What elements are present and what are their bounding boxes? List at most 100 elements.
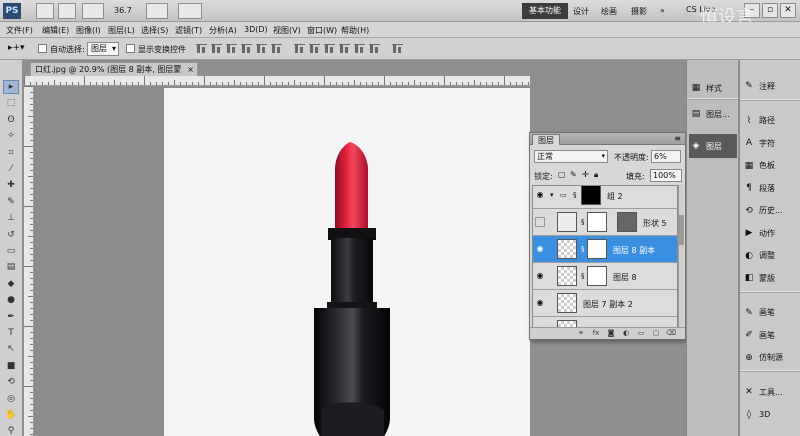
show-transform-checkbox[interactable] — [126, 44, 135, 53]
layer-name[interactable]: 图层 7 副本 2 — [583, 299, 633, 310]
layer-name[interactable]: 图层 8 — [613, 272, 637, 283]
dock-layers[interactable]: ▤ 图层... — [689, 102, 737, 126]
shape-tool-icon[interactable]: ■ — [3, 359, 19, 373]
clone-stamp-icon[interactable]: ⊥ — [3, 211, 19, 225]
zoom-level[interactable]: 36.7 — [114, 6, 132, 15]
menu-image[interactable]: 图像(I) — [76, 25, 101, 36]
expand-group-icon[interactable]: ▾ — [550, 191, 554, 199]
fill-field[interactable]: 100% — [650, 169, 682, 182]
canvas-area[interactable] — [34, 86, 530, 436]
workspace-essentials[interactable]: 基本功能 — [522, 3, 568, 19]
dock-layers-active[interactable]: ◈ 图层 — [689, 134, 737, 158]
document-tab[interactable]: 口红.jpg @ 20.9% (图层 8 副本, 图层蒙版/8) * × — [30, 62, 198, 87]
brush-tool-icon[interactable]: ✎ — [3, 195, 19, 209]
menu-filter[interactable]: 滤镜(T) — [175, 25, 202, 36]
layer-thumbnail[interactable] — [557, 266, 577, 286]
dock-separator[interactable] — [740, 98, 800, 101]
bridge-button[interactable] — [36, 3, 54, 19]
layer-row[interactable]: § 形状 5 — [533, 209, 677, 236]
history-brush-icon[interactable]: ↺ — [3, 228, 19, 242]
menu-window[interactable]: 窗口(W) — [307, 25, 337, 36]
move-tool-icon[interactable]: ▸ — [3, 80, 19, 94]
dock-3d-panel[interactable]: ◊ 3D — [742, 403, 799, 427]
hand-tool-icon[interactable]: ✋ — [3, 408, 19, 422]
eraser-tool-icon[interactable]: ▭ — [3, 244, 19, 258]
blur-tool-icon[interactable]: ◆ — [3, 277, 19, 291]
dock-character[interactable]: A 字符 — [742, 131, 799, 155]
menu-3d[interactable]: 3D(D) — [244, 25, 268, 34]
blend-mode-dropdown[interactable]: 正常 ▾ — [534, 150, 608, 163]
menu-edit[interactable]: 编辑(E) — [42, 25, 69, 36]
align-left-icon[interactable] — [241, 44, 253, 54]
layer-row[interactable]: ◉ § 图层 8 — [533, 263, 677, 290]
dock-actions[interactable]: ▶ 动作 — [742, 221, 799, 245]
shape-mask-thumbnail[interactable] — [617, 212, 637, 232]
minimize-button[interactable]: – — [744, 3, 760, 18]
quick-select-tool-icon[interactable]: ✧ — [3, 129, 19, 143]
panel-menu-icon[interactable]: ≡ — [674, 134, 681, 143]
lasso-tool-icon[interactable]: ʘ — [3, 113, 19, 127]
auto-align-icon[interactable] — [392, 44, 404, 54]
3d-orbit-icon[interactable]: ◎ — [3, 392, 19, 406]
type-tool-icon[interactable]: T — [3, 326, 19, 340]
distribute-right-icon[interactable] — [369, 44, 381, 54]
visibility-toggle[interactable] — [535, 217, 545, 227]
menu-file[interactable]: 文件(F) — [6, 25, 33, 36]
dock-history[interactable]: ⟲ 历史... — [742, 199, 799, 223]
align-vcenter-icon[interactable] — [211, 44, 223, 54]
distribute-hcenter-icon[interactable] — [354, 44, 366, 54]
workspace-painting[interactable]: 绘画 — [601, 6, 617, 17]
vector-mask-thumbnail[interactable] — [587, 212, 607, 232]
dock-masks[interactable]: ◧ 蒙版 — [742, 266, 799, 290]
dock-separator[interactable] — [687, 98, 738, 100]
new-layer-icon[interactable]: ▢ — [651, 329, 661, 338]
healing-brush-icon[interactable]: ✚ — [3, 178, 19, 192]
lock-position-icon[interactable]: ✛ — [582, 170, 589, 179]
eyedropper-tool-icon[interactable]: ⁄ — [3, 162, 19, 176]
3d-rotate-icon[interactable]: ⟲ — [3, 375, 19, 389]
hand-view-button[interactable] — [146, 3, 168, 19]
dock-notes[interactable]: ✎ 注释 — [742, 74, 799, 98]
menu-select[interactable]: 选择(S) — [141, 25, 168, 36]
auto-select-checkbox[interactable] — [38, 44, 47, 53]
opacity-field[interactable]: 6% — [651, 150, 681, 163]
arrange-documents-button[interactable] — [178, 3, 202, 19]
distribute-left-icon[interactable] — [339, 44, 351, 54]
menu-analysis[interactable]: 分析(A) — [209, 25, 237, 36]
mini-bridge-button[interactable] — [58, 3, 76, 19]
menu-view[interactable]: 视图(V) — [273, 25, 301, 36]
distribute-bottom-icon[interactable] — [324, 44, 336, 54]
document-canvas[interactable] — [164, 88, 530, 436]
layer-row[interactable]: ◉ § 图层 8 副本 — [533, 236, 677, 263]
move-tool-preset-icon[interactable]: ▸+▾ — [8, 43, 25, 53]
chain-link-icon[interactable]: § — [573, 191, 577, 199]
dock-paragraph[interactable]: ¶ 段落 — [742, 176, 799, 200]
layer-thumbnail[interactable] — [557, 212, 577, 232]
group-mask-thumbnail[interactable] — [581, 186, 601, 205]
dock-paths[interactable]: ⌇ 路径 — [742, 109, 799, 133]
visibility-eye-icon[interactable]: ◉ — [535, 271, 545, 281]
chain-link-icon[interactable]: § — [581, 218, 585, 226]
distribute-top-icon[interactable] — [294, 44, 306, 54]
align-right-icon[interactable] — [271, 44, 283, 54]
layer-name[interactable]: 形状 5 — [643, 218, 667, 229]
close-icon[interactable]: × — [187, 63, 194, 76]
marquee-tool-icon[interactable]: ⬚ — [3, 96, 19, 110]
crop-tool-icon[interactable]: ⌗ — [3, 146, 19, 160]
chain-link-icon[interactable]: § — [581, 272, 585, 280]
align-hcenter-icon[interactable] — [256, 44, 268, 54]
new-group-icon[interactable]: ▭ — [636, 329, 646, 338]
cs-live-button[interactable]: CS Live — [686, 5, 716, 14]
dock-clone-source[interactable]: ⊕ 仿制源 — [742, 346, 799, 370]
visibility-eye-icon[interactable]: ◉ — [535, 298, 545, 308]
visibility-eye-icon[interactable]: ◉ — [535, 190, 545, 200]
restore-button[interactable]: ▫ — [762, 3, 778, 18]
scrollbar-thumb[interactable] — [679, 215, 684, 245]
lock-pixels-icon[interactable]: ✎ — [570, 170, 577, 179]
distribute-vcenter-icon[interactable] — [309, 44, 321, 54]
path-select-icon[interactable]: ↖ — [3, 342, 19, 356]
layer-name[interactable]: 组 2 — [607, 191, 623, 202]
gradient-tool-icon[interactable]: ▤ — [3, 260, 19, 274]
dock-swatches[interactable]: ▦ 色板 — [742, 154, 799, 178]
dock-brush-presets[interactable]: ✐ 画笔 — [742, 323, 799, 347]
